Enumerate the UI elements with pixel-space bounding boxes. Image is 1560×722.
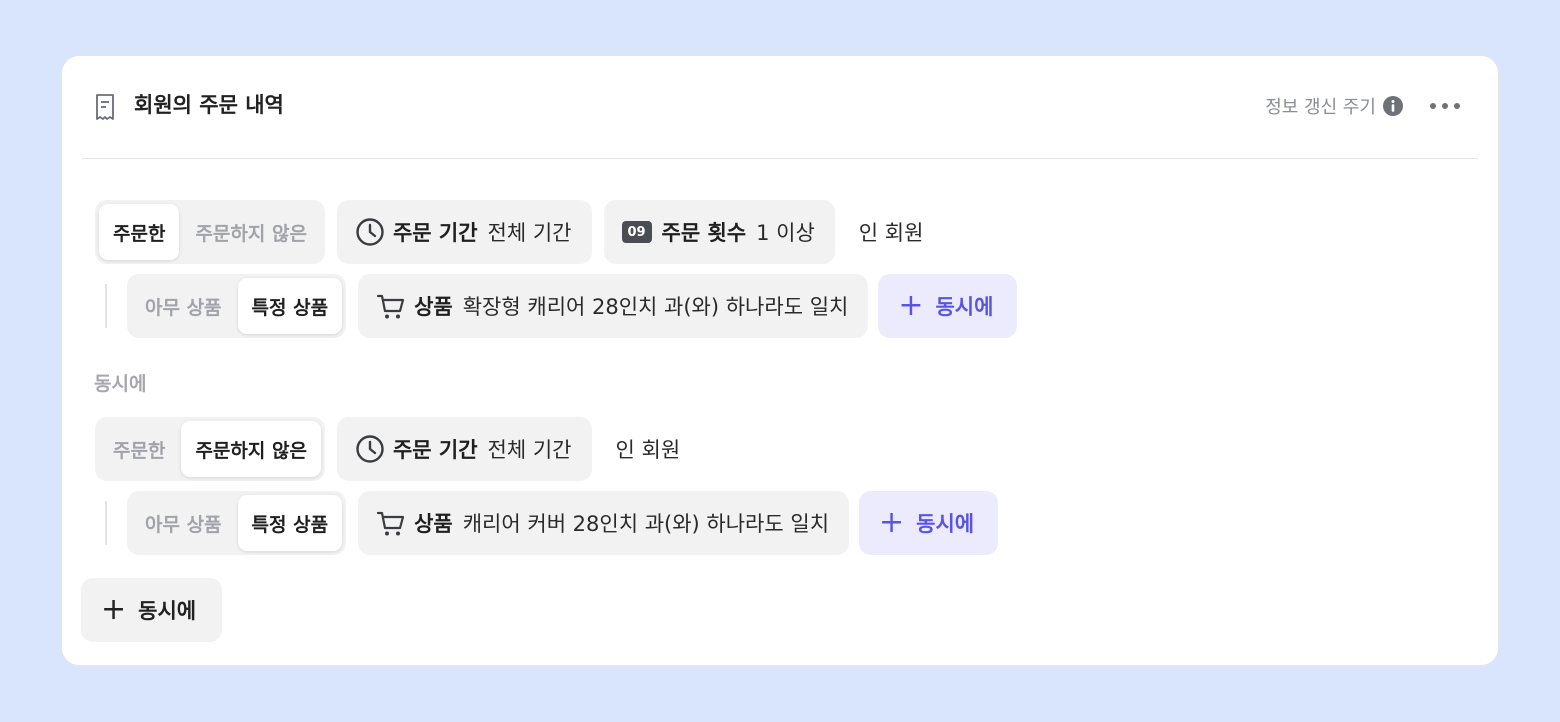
order-period-label: 주문 기간	[392, 221, 478, 245]
refresh-interval-label: 정보 갱신 주기	[1265, 97, 1376, 118]
product-filter[interactable]: 상품 캐리어 커버 28인치 과(와) 하나라도 일치	[358, 491, 850, 555]
cart-icon	[376, 294, 405, 319]
add-and-group-button[interactable]: + 동시에	[81, 578, 223, 642]
add-and-condition-button[interactable]: + 동시에	[878, 274, 1018, 338]
info-icon[interactable]	[1382, 95, 1404, 117]
add-and-group-label: 동시에	[138, 599, 197, 623]
order-condition-row-1: 주문한 주문하지 않은 주문 기간 전체 기간 09 주문 횟수 1 이상 인 …	[95, 200, 923, 264]
more-dot	[1430, 103, 1436, 109]
product-condition-row-2: 아무 상품 특정 상품 상품 캐리어 커버 28인치 과(와) 하나라도 일치 …	[127, 491, 999, 555]
product-toggle-specific[interactable]: 특정 상품	[237, 278, 343, 334]
product-toggle-any[interactable]: 아무 상품	[131, 495, 236, 551]
order-toggle: 주문한 주문하지 않은	[95, 417, 325, 481]
order-period-value: 전체 기간	[487, 438, 572, 462]
product-toggle: 아무 상품 특정 상품	[127, 274, 347, 338]
order-condition-row-2: 주문한 주문하지 않은 주문 기간 전체 기간 인 회원	[95, 417, 680, 481]
order-toggle-not-ordered[interactable]: 주문하지 않은	[181, 204, 321, 260]
and-connector-label: 동시에	[94, 373, 147, 395]
add-and-condition-button[interactable]: + 동시에	[859, 491, 999, 555]
plus-icon: +	[101, 592, 127, 627]
plus-icon: +	[879, 505, 905, 540]
refresh-interval-info[interactable]: 정보 갱신 주기	[1265, 93, 1404, 119]
card-title: 회원의 주문 내역	[134, 93, 284, 117]
product-label: 상품	[414, 295, 453, 319]
order-toggle: 주문한 주문하지 않은	[95, 200, 325, 264]
member-suffix: 인 회원	[615, 438, 681, 462]
condition-connector-line	[105, 284, 107, 328]
add-and-label: 동시에	[935, 295, 994, 319]
order-count-value: 1 이상	[756, 221, 815, 245]
order-count-label: 주문 횟수	[661, 221, 747, 245]
clock-icon	[356, 435, 384, 463]
product-toggle: 아무 상품 특정 상품	[127, 491, 347, 555]
order-toggle-ordered[interactable]: 주문한	[99, 204, 180, 260]
more-options-button[interactable]	[1430, 96, 1460, 116]
product-filter[interactable]: 상품 확장형 캐리어 28인치 과(와) 하나라도 일치	[358, 274, 869, 338]
more-dot	[1454, 103, 1460, 109]
condition-connector-line	[105, 501, 107, 545]
clock-icon	[356, 218, 384, 246]
product-value: 확장형 캐리어 28인치 과(와) 하나라도 일치	[462, 295, 849, 319]
receipt-icon	[96, 94, 114, 120]
member-orders-card: 회원의 주문 내역 정보 갱신 주기 주문한 주문하지 않은 주문 기간 전체 …	[61, 55, 1499, 666]
order-toggle-ordered[interactable]: 주문한	[99, 421, 179, 477]
order-period-label: 주문 기간	[392, 438, 478, 462]
product-condition-row-1: 아무 상품 특정 상품 상품 확장형 캐리어 28인치 과(와) 하나라도 일치…	[127, 274, 1018, 338]
order-count-filter[interactable]: 09 주문 횟수 1 이상	[603, 200, 835, 264]
more-dot	[1442, 103, 1448, 109]
product-value: 캐리어 커버 28인치 과(와) 하나라도 일치	[462, 512, 830, 536]
card-header: 회원의 주문 내역 정보 갱신 주기	[82, 56, 1478, 159]
order-period-filter[interactable]: 주문 기간 전체 기간	[336, 417, 592, 481]
product-label: 상품	[414, 512, 453, 536]
number-badge-icon: 09	[621, 221, 652, 243]
plus-icon: +	[898, 288, 924, 323]
member-suffix: 인 회원	[858, 221, 924, 245]
order-period-filter[interactable]: 주문 기간 전체 기간	[336, 200, 592, 264]
order-period-value: 전체 기간	[487, 221, 572, 245]
order-toggle-not-ordered[interactable]: 주문하지 않은	[181, 421, 321, 477]
add-and-label: 동시에	[916, 512, 975, 536]
product-toggle-any[interactable]: 아무 상품	[131, 278, 236, 334]
cart-icon	[376, 511, 405, 536]
product-toggle-specific[interactable]: 특정 상품	[237, 495, 343, 551]
